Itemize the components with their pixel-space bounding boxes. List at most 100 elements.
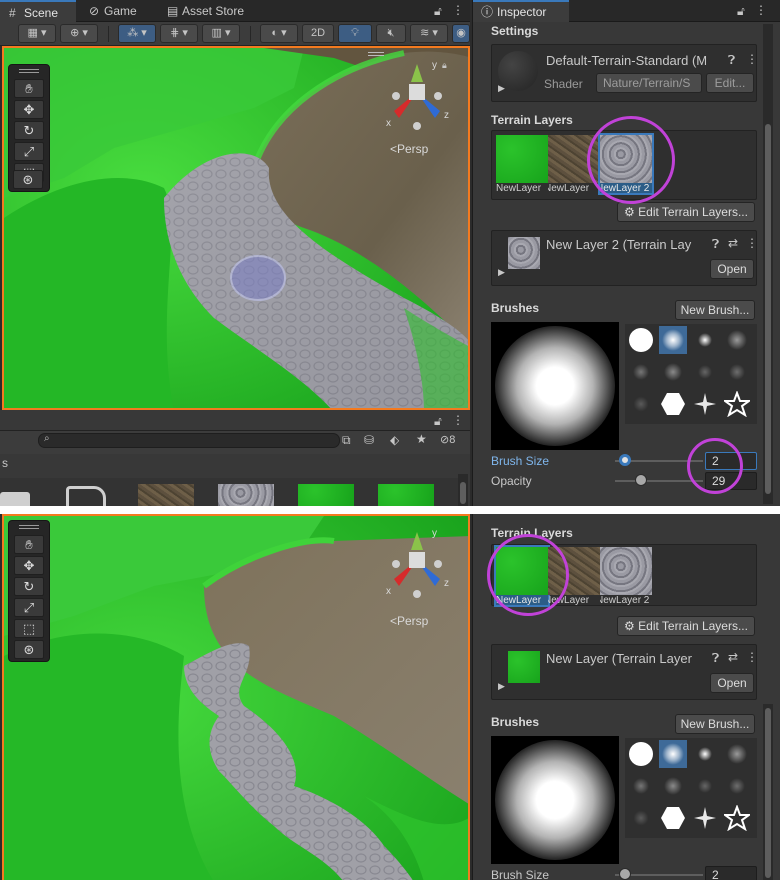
brush-hard-circle[interactable] xyxy=(627,326,655,354)
foldout-arrow-icon[interactable]: ▶ xyxy=(498,83,505,94)
scene-viewport-2[interactable]: ✋︎ ✥ ↻ ⤢ ⬚ ⊛ y x z <Persp xyxy=(2,514,470,880)
inspector-tab[interactable]: ⓘ Inspector xyxy=(473,0,569,22)
lighting-toggle-button[interactable]: 💡︎ xyxy=(338,24,372,43)
new-brush-button-2[interactable]: New Brush... xyxy=(675,714,755,734)
favorite-star-icon[interactable]: ★ xyxy=(416,432,427,446)
filter-type-icon[interactable]: ⛁ xyxy=(364,433,374,447)
brush-spark-2[interactable] xyxy=(691,804,719,832)
brush-hard-circle-2[interactable] xyxy=(627,740,655,768)
globe-button[interactable]: ⊕ ▾ xyxy=(60,24,98,43)
persp-label-2[interactable]: <Persp xyxy=(390,614,428,628)
brush-noise-4b[interactable] xyxy=(723,772,751,800)
inspector-scrollbar[interactable] xyxy=(763,24,773,504)
brush-grass[interactable] xyxy=(627,390,655,418)
layer-settings-icon-2[interactable]: ⇄ xyxy=(728,650,738,664)
project-asset-dirt[interactable] xyxy=(138,484,194,506)
scale-tool-button-2[interactable]: ⤢ xyxy=(14,598,44,617)
brush-spark[interactable] xyxy=(691,390,719,418)
scale-tool-button[interactable]: ⤢ xyxy=(14,142,44,161)
scene-viewport[interactable]: ✋︎ ✥ ↻ ⤢ ⬚ ⊛ y x z <Persp 🔒︎ xyxy=(2,46,470,410)
brush-grass-2[interactable] xyxy=(627,804,655,832)
tab-asset-store[interactable]: ▤ Asset Store xyxy=(158,0,258,22)
brush-noise-2[interactable] xyxy=(659,358,687,386)
tab-scene[interactable]: # Scene xyxy=(0,0,76,22)
project-scrollbar[interactable] xyxy=(458,474,468,506)
effects-button[interactable]: ≋ ▾ xyxy=(410,24,448,43)
material-more-icon[interactable]: ⋮ xyxy=(746,52,758,66)
edit-terrain-layers-button-2[interactable]: ⚙ Edit Terrain Layers... xyxy=(617,616,755,636)
inspector-lock-icon[interactable]: 🔓︎ xyxy=(737,4,745,19)
label-icon[interactable]: ⬖ xyxy=(390,433,399,447)
inspector-scrollbar-2[interactable] xyxy=(763,704,773,880)
gizmo-increment-button[interactable]: ▥ ▾ xyxy=(202,24,240,43)
layer-more-icon[interactable]: ⋮ xyxy=(746,236,758,250)
brush-cloud-2[interactable] xyxy=(723,740,751,768)
overlay-grip[interactable] xyxy=(368,52,384,56)
opacity-slider[interactable] xyxy=(615,480,703,482)
grid-snap-button[interactable]: ⁂ ▾ xyxy=(118,24,156,43)
layer-help-icon-2[interactable]: ❓︎ xyxy=(712,651,719,666)
draw-mode-button[interactable]: ▦ ▾ xyxy=(18,24,56,43)
brush-star-2[interactable] xyxy=(723,804,751,832)
brush-hexagon[interactable] xyxy=(659,390,687,418)
lock-icon[interactable]: 🔓︎ xyxy=(434,4,442,19)
brush-noise-1b[interactable] xyxy=(627,772,655,800)
help-icon[interactable]: ❓︎ xyxy=(728,53,735,68)
shader-dropdown[interactable]: Nature/Terrain/S xyxy=(596,73,702,93)
move-tool-button-2[interactable]: ✥ xyxy=(14,556,44,575)
more-menu-icon[interactable]: ⋮ xyxy=(452,3,464,17)
new-brush-button[interactable]: New Brush... xyxy=(675,300,755,320)
rect-tool-button-2[interactable]: ⬚ xyxy=(14,619,44,638)
layer-settings-icon[interactable]: ⇄ xyxy=(728,236,738,250)
brush-size-field-2[interactable]: 2 xyxy=(705,866,757,880)
2d-toggle-button[interactable]: 2D xyxy=(302,24,334,43)
scene-visibility-button[interactable]: ◉ xyxy=(452,24,470,43)
gizmo-lock-icon[interactable]: 🔒︎ xyxy=(442,60,447,71)
brush-cloud[interactable] xyxy=(723,326,751,354)
brush-star[interactable] xyxy=(723,390,751,418)
transform-tool-button[interactable]: ⊛ xyxy=(13,170,43,189)
project-asset-grass-2[interactable] xyxy=(378,484,434,506)
brush-soft-circle[interactable] xyxy=(659,326,687,354)
project-lock-icon[interactable]: 🔓︎ xyxy=(434,414,442,429)
hidden-packages-icon[interactable]: ⊘8 xyxy=(440,433,455,446)
brush-small-soft[interactable] xyxy=(691,326,719,354)
project-asset-folder[interactable] xyxy=(0,484,30,506)
project-more-icon[interactable]: ⋮ xyxy=(452,413,464,427)
audio-toggle-button[interactable]: 🔇︎ xyxy=(376,24,406,43)
persp-label[interactable]: <Persp xyxy=(390,142,428,156)
brush-soft-circle-2[interactable] xyxy=(659,740,687,768)
grid-toggle-button[interactable]: ⋕ ▾ xyxy=(160,24,198,43)
layer-foldout-icon-2[interactable]: ▶ xyxy=(498,681,505,692)
layer-more-icon-2[interactable]: ⋮ xyxy=(746,650,758,664)
open-layer-button[interactable]: Open xyxy=(710,259,754,279)
terrain-layer-thumb-3b[interactable]: NewLayer 2 xyxy=(600,547,652,605)
layer-foldout-icon[interactable]: ▶ xyxy=(498,267,505,278)
rotate-tool-button-2[interactable]: ↻ xyxy=(14,577,44,596)
create-icon[interactable]: ⧉ xyxy=(342,433,351,448)
brush-small-soft-2[interactable] xyxy=(691,740,719,768)
brush-noise-3[interactable] xyxy=(691,358,719,386)
project-asset-grass-1[interactable] xyxy=(298,484,354,506)
move-tool-button[interactable]: ✥ xyxy=(14,100,44,119)
opacity-slider-knob[interactable] xyxy=(635,474,647,486)
brush-hexagon-2[interactable] xyxy=(659,804,687,832)
brush-noise-3b[interactable] xyxy=(691,772,719,800)
brush-noise-4[interactable] xyxy=(723,358,751,386)
hand-tool-button[interactable]: ✋︎ xyxy=(14,79,44,98)
shader-edit-button[interactable]: Edit... xyxy=(706,73,754,93)
orientation-gizmo-2[interactable] xyxy=(382,524,452,604)
edit-terrain-layers-button[interactable]: ⚙ Edit Terrain Layers... xyxy=(617,202,755,222)
rotate-tool-button[interactable]: ↻ xyxy=(14,121,44,140)
project-search-input[interactable]: ⌕ xyxy=(38,433,340,448)
project-asset-rock[interactable] xyxy=(218,484,274,506)
brush-size-slider-knob[interactable] xyxy=(619,454,631,466)
brush-noise-1[interactable] xyxy=(627,358,655,386)
inspector-more-icon[interactable]: ⋮ xyxy=(755,3,767,17)
hand-tool-button-2[interactable]: ✋︎ xyxy=(14,535,44,554)
brush-size-slider-knob-2[interactable] xyxy=(619,868,631,880)
shading-mode-button[interactable]: ◐ ▾ xyxy=(260,24,298,43)
project-asset-file[interactable] xyxy=(64,484,110,506)
layer-help-icon[interactable]: ❓︎ xyxy=(712,237,719,252)
terrain-layer-thumb-1[interactable]: NewLayer xyxy=(496,135,548,193)
